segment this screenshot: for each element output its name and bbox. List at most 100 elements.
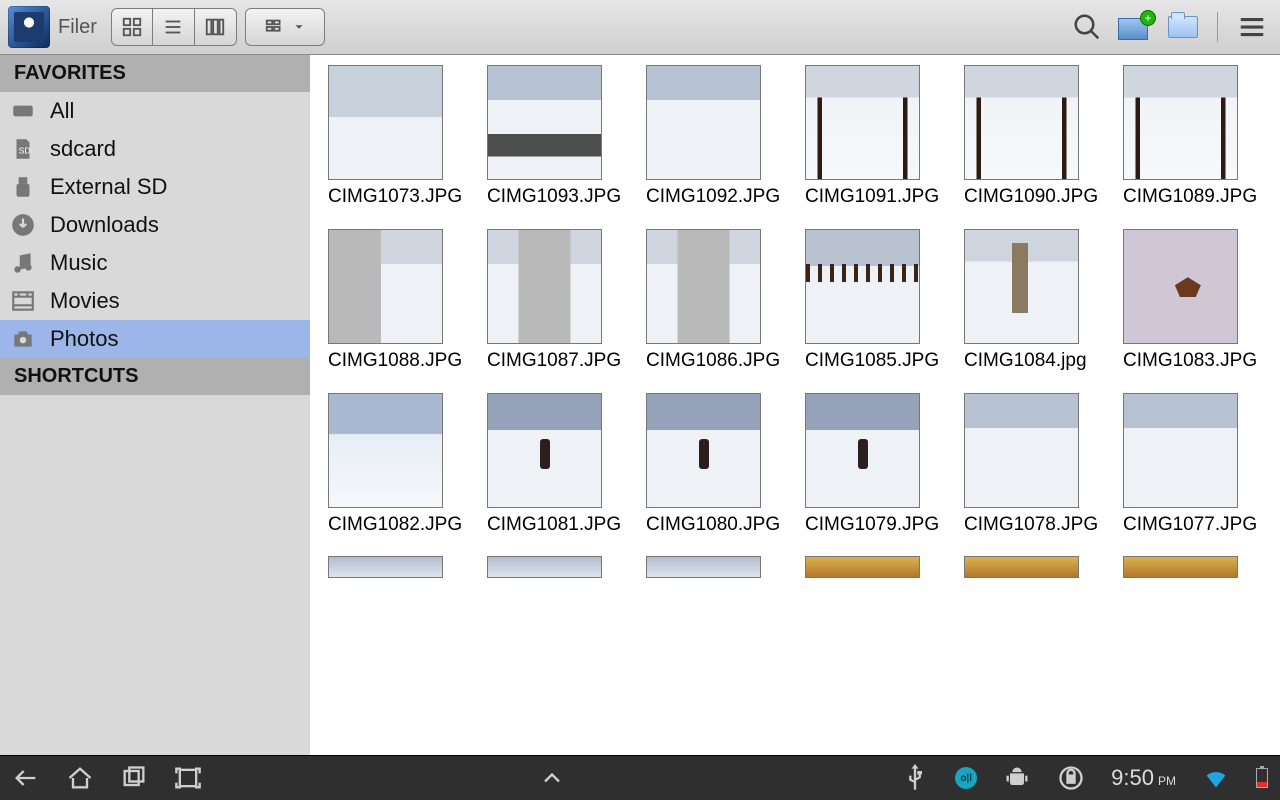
sd-icon: SD [8, 135, 38, 163]
file-cell[interactable] [1113, 556, 1272, 604]
thumbnail [964, 65, 1079, 180]
thumbnail [328, 65, 443, 180]
toolbar-divider [1217, 12, 1218, 42]
thumbnail [805, 393, 920, 508]
sidebar-item-label: Downloads [50, 212, 159, 238]
sidebar-item-external-sd[interactable]: External SD [0, 168, 310, 206]
file-cell[interactable] [954, 556, 1113, 604]
thumbnail [328, 556, 443, 578]
file-name: CIMG1088.JPG [328, 350, 467, 373]
file-cell[interactable]: CIMG1090.JPG [954, 65, 1113, 229]
svg-text:SD: SD [19, 145, 31, 155]
sidebar-item-sdcard[interactable]: SDsdcard [0, 130, 310, 168]
sidebar-item-label: External SD [50, 174, 167, 200]
thumbnail [646, 556, 761, 578]
search-button[interactable] [1067, 7, 1107, 47]
clock-ampm: PM [1158, 774, 1176, 788]
drive-icon [8, 97, 38, 125]
add-photo-button[interactable]: + [1115, 7, 1155, 47]
screenshot-button[interactable] [174, 764, 202, 792]
thumbnail [964, 393, 1079, 508]
view-columns-button[interactable] [195, 8, 237, 46]
download-icon [8, 211, 38, 239]
sidebar-item-all[interactable]: All [0, 92, 310, 130]
wifi-icon [1202, 764, 1230, 792]
view-icons-button[interactable] [111, 8, 153, 46]
sidebar-header-shortcuts: SHORTCUTS [0, 358, 310, 395]
file-cell[interactable]: CIMG1073.JPG [318, 65, 477, 229]
file-cell[interactable] [318, 556, 477, 604]
usb-icon [8, 173, 38, 201]
file-cell[interactable] [795, 556, 954, 604]
sidebar: FAVORITES AllSDsdcardExternal SDDownload… [0, 55, 310, 755]
file-name: CIMG1085.JPG [805, 350, 944, 373]
file-name: CIMG1093.JPG [487, 186, 626, 209]
expand-arrow-icon[interactable] [538, 764, 566, 792]
sidebar-item-label: Music [50, 250, 107, 276]
recent-apps-button[interactable] [120, 764, 148, 792]
thumbnail [1123, 393, 1238, 508]
new-folder-button[interactable] [1163, 7, 1203, 47]
menu-button[interactable] [1232, 7, 1272, 47]
content-area[interactable]: CIMG1073.JPG CIMG1093.JPG CIMG1092.JPG CIMG… [310, 55, 1280, 755]
view-mode-group [111, 8, 237, 46]
back-button[interactable] [12, 764, 40, 792]
sidebar-item-downloads[interactable]: Downloads [0, 206, 310, 244]
file-cell[interactable]: CIMG1079.JPG [795, 393, 954, 557]
file-cell[interactable]: CIMG1080.JPG [636, 393, 795, 557]
sidebar-item-music[interactable]: Music [0, 244, 310, 282]
file-name: CIMG1073.JPG [328, 186, 467, 209]
thumbnail [805, 65, 920, 180]
thumbnail [487, 556, 602, 578]
file-cell[interactable]: CIMG1088.JPG [318, 229, 477, 393]
file-cell[interactable]: CIMG1085.JPG [795, 229, 954, 393]
view-list-button[interactable] [153, 8, 195, 46]
notification-badge[interactable]: o|l [955, 767, 977, 789]
file-cell[interactable] [636, 556, 795, 604]
file-cell[interactable] [477, 556, 636, 604]
app-title: Filer [58, 16, 97, 39]
file-name: CIMG1077.JPG [1123, 514, 1262, 537]
file-cell[interactable]: CIMG1078.JPG [954, 393, 1113, 557]
file-cell[interactable]: CIMG1093.JPG [477, 65, 636, 229]
thumbnail [646, 229, 761, 344]
sort-dropdown-button[interactable] [245, 8, 325, 46]
sort-group [245, 8, 325, 46]
file-name: CIMG1091.JPG [805, 186, 944, 209]
file-cell[interactable]: CIMG1077.JPG [1113, 393, 1272, 557]
thumbnail [646, 393, 761, 508]
thumbnail [805, 229, 920, 344]
home-button[interactable] [66, 764, 94, 792]
file-cell[interactable]: CIMG1081.JPG [477, 393, 636, 557]
file-name: CIMG1084.jpg [964, 350, 1103, 373]
file-cell[interactable]: CIMG1083.JPG [1113, 229, 1272, 393]
file-cell[interactable]: CIMG1091.JPG [795, 65, 954, 229]
thumbnail [487, 393, 602, 508]
system-bar: o|l 9:50PM [0, 755, 1280, 800]
file-name: CIMG1078.JPG [964, 514, 1103, 537]
file-name: CIMG1083.JPG [1123, 350, 1262, 373]
file-name: CIMG1081.JPG [487, 514, 626, 537]
sidebar-item-photos[interactable]: Photos [0, 320, 310, 358]
file-cell[interactable]: CIMG1092.JPG [636, 65, 795, 229]
file-name: CIMG1087.JPG [487, 350, 626, 373]
thumbnail [646, 65, 761, 180]
file-cell[interactable]: CIMG1084.jpg [954, 229, 1113, 393]
file-cell[interactable]: CIMG1087.JPG [477, 229, 636, 393]
file-name: CIMG1086.JPG [646, 350, 785, 373]
clock[interactable]: 9:50PM [1111, 765, 1176, 791]
file-cell[interactable]: CIMG1082.JPG [318, 393, 477, 557]
app-toolbar: Filer + [0, 0, 1280, 55]
thumbnail [964, 556, 1079, 578]
thumbnail [964, 229, 1079, 344]
file-cell[interactable]: CIMG1086.JPG [636, 229, 795, 393]
file-cell[interactable]: CIMG1089.JPG [1113, 65, 1272, 229]
battery-icon [1256, 768, 1268, 788]
android-debug-icon [1003, 764, 1031, 792]
usb-icon [901, 764, 929, 792]
thumbnail [1123, 229, 1238, 344]
file-name: CIMG1082.JPG [328, 514, 467, 537]
sidebar-item-movies[interactable]: Movies [0, 282, 310, 320]
thumbnail [487, 65, 602, 180]
sidebar-item-label: All [50, 98, 74, 124]
